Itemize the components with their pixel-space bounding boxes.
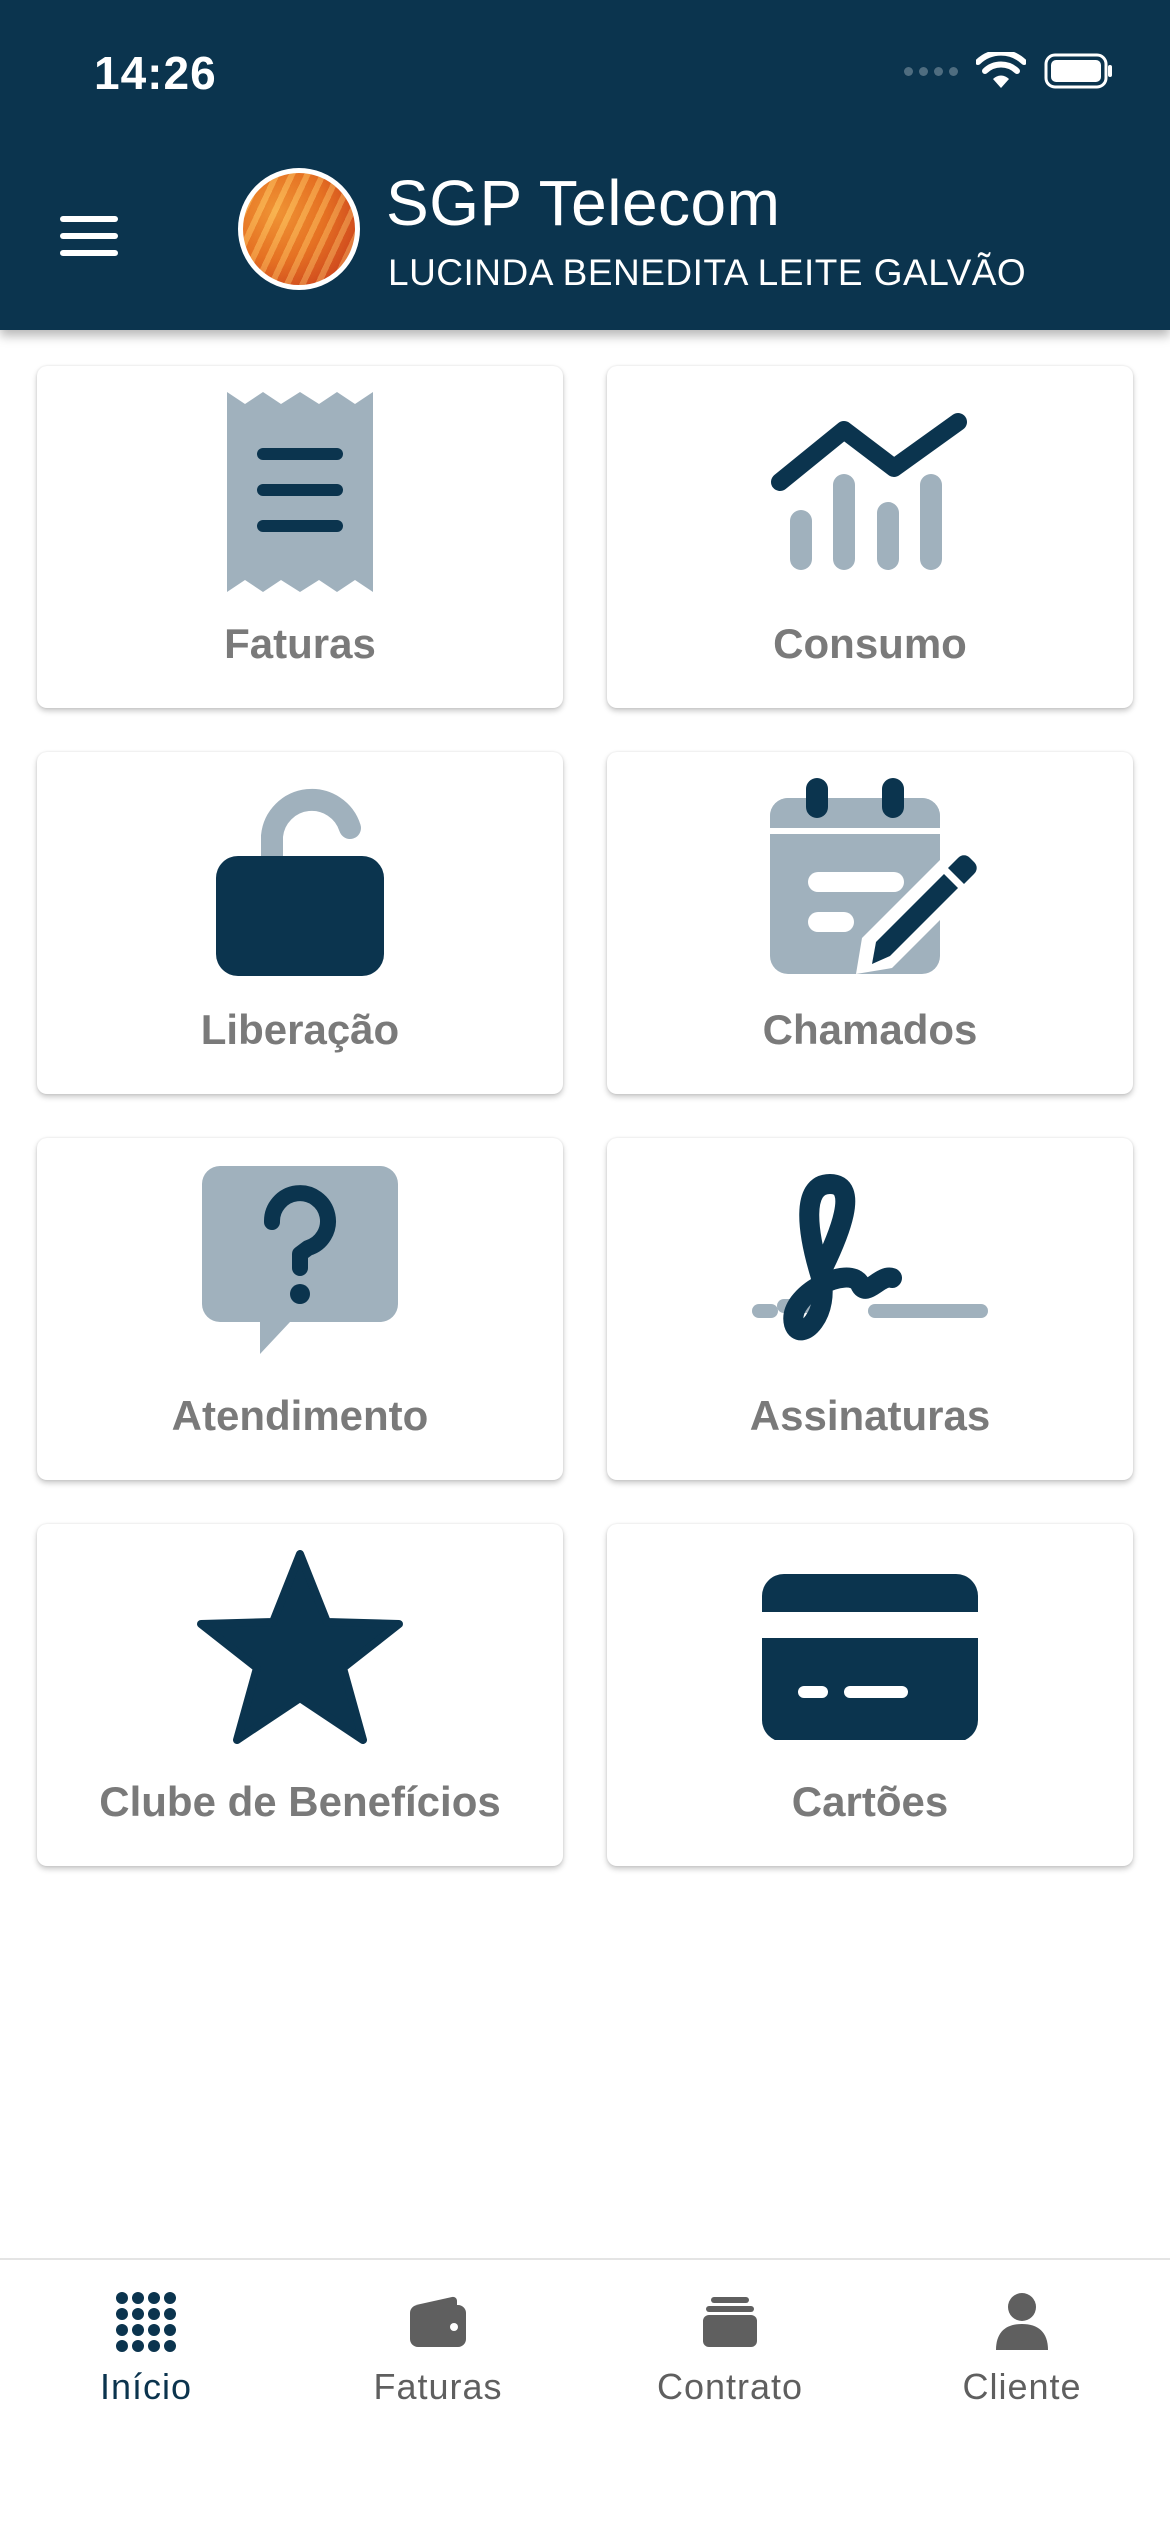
person-icon [990, 2290, 1054, 2354]
card-label: Faturas [224, 620, 376, 667]
receipt-icon [180, 392, 420, 592]
menu-card-faturas[interactable]: Faturas [37, 366, 563, 708]
tab-label: Cliente [962, 2366, 1082, 2407]
credit-card-icon [750, 1550, 990, 1750]
user-name: LUCINDA BENEDITA LEITE GALVÃO [388, 252, 1027, 293]
menu-card-atendimento[interactable]: Atendimento [37, 1138, 563, 1480]
wifi-icon [976, 52, 1026, 90]
status-icons [904, 52, 1114, 90]
menu-card-chamados[interactable]: Chamados [607, 752, 1133, 1094]
grid-icon [114, 2290, 178, 2354]
unlock-icon [180, 778, 420, 978]
card-label: Chamados [762, 1006, 978, 1053]
menu-line [60, 216, 118, 222]
wallet-icon [406, 2290, 470, 2354]
card-label: Consumo [773, 620, 967, 667]
card-label: Atendimento [171, 1392, 429, 1439]
hamburger-menu-button[interactable] [52, 206, 126, 266]
battery-icon [1044, 53, 1114, 89]
tab-label: Faturas [373, 2366, 503, 2407]
menu-grid: Faturas Consumo Liberação Chamados Atend… [37, 366, 1133, 1866]
tab-inicio[interactable]: Início [0, 2260, 292, 2460]
signature-icon [750, 1164, 990, 1364]
signal-icon [904, 66, 958, 76]
app-header: 14:26 SGP Telecom LUCINDA BENEDITA LEITE… [0, 0, 1170, 330]
help-chat-icon [180, 1164, 420, 1364]
tab-label: Início [99, 2366, 193, 2407]
company-logo-avatar [238, 168, 360, 290]
menu-card-assinaturas[interactable]: Assinaturas [607, 1138, 1133, 1480]
menu-card-clube-beneficios[interactable]: Clube de Benefícios [37, 1524, 563, 1866]
menu-card-liberacao[interactable]: Liberação [37, 752, 563, 1094]
chart-icon [750, 392, 990, 592]
layers-icon [698, 2290, 762, 2354]
tab-label: Contrato [656, 2366, 804, 2407]
card-label: Assinaturas [749, 1392, 991, 1439]
tab-cliente[interactable]: Cliente [876, 2260, 1168, 2460]
app-title: SGP Telecom [386, 167, 781, 239]
status-time: 14:26 [94, 47, 217, 99]
card-label: Clube de Benefícios [99, 1778, 501, 1825]
menu-line [60, 250, 118, 256]
tab-contrato[interactable]: Contrato [584, 2260, 876, 2460]
menu-card-cartoes[interactable]: Cartões [607, 1524, 1133, 1866]
bottom-nav: Início Faturas Contrato Cliente [0, 2258, 1170, 2532]
menu-card-consumo[interactable]: Consumo [607, 366, 1133, 708]
card-label: Cartões [791, 1778, 949, 1825]
card-label: Liberação [200, 1006, 400, 1053]
calendar-edit-icon [750, 778, 990, 978]
star-icon [180, 1550, 420, 1750]
tab-faturas[interactable]: Faturas [292, 2260, 584, 2460]
menu-line [60, 233, 118, 239]
